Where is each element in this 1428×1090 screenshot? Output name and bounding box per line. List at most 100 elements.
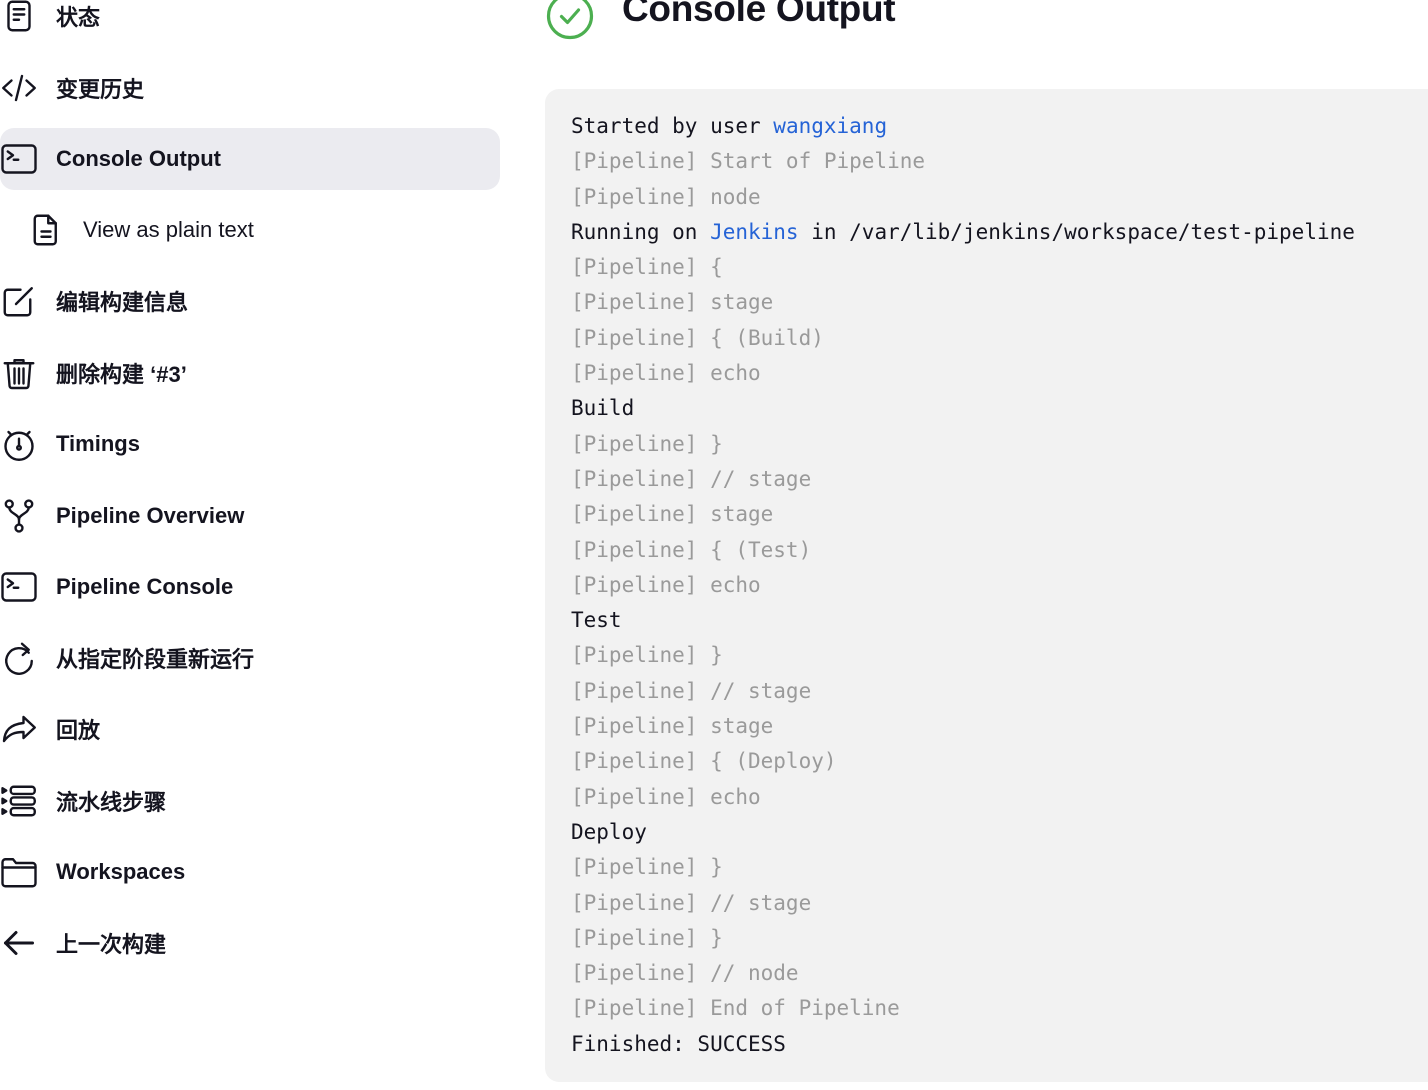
edit-icon (0, 282, 38, 320)
console-line: Started by user wangxiang (571, 109, 1428, 144)
console-line: [Pipeline] stage (571, 497, 1428, 532)
console-line: [Pipeline] echo (571, 780, 1428, 815)
sidebar-item-previous-build[interactable]: 上一次构建 (0, 912, 500, 974)
console-line: [Pipeline] echo (571, 356, 1428, 391)
terminal-icon (0, 568, 38, 606)
console-line: [Pipeline] // node (571, 956, 1428, 991)
console-line: Build (571, 391, 1428, 426)
sidebar-item-label: 流水线步骤 (56, 790, 167, 815)
console-pipeline-text: [Pipeline] Start of Pipeline (571, 149, 926, 174)
console-line: Deploy (571, 815, 1428, 850)
sidebar-item-label: Pipeline Overview (56, 503, 245, 528)
console-pipeline-text: [Pipeline] } (571, 643, 723, 668)
console-link[interactable]: wangxiang (773, 114, 887, 138)
console-line: [Pipeline] } (571, 427, 1428, 462)
console-pipeline-text: [Pipeline] echo (571, 361, 761, 386)
sidebar-item-label: Timings (56, 431, 140, 456)
sidebar-item-workspaces[interactable]: Workspaces (0, 841, 500, 903)
sidebar-item-pipeline-steps[interactable]: 流水线步骤 (0, 770, 500, 832)
page-title: Console Output (622, 0, 896, 29)
sidebar-item-label: 从指定阶段重新运行 (56, 647, 255, 672)
console-line: Finished: SUCCESS (571, 1027, 1428, 1062)
sidebar-item-label: 变更历史 (56, 77, 145, 102)
arrow-left-icon (0, 924, 38, 962)
console-text: Deploy (571, 819, 647, 844)
console-line: Test (571, 603, 1428, 638)
console-line: [Pipeline] } (571, 638, 1428, 673)
console-pipeline-text: [Pipeline] // stage (571, 890, 812, 915)
sidebar-item-edit-build-info[interactable]: 编辑构建信息 (0, 270, 500, 332)
console-log: Started by user wangxiang [Pipeline] Star… (571, 109, 1428, 1062)
success-status-icon (546, 0, 594, 40)
console-pipeline-text: [Pipeline] } (571, 925, 723, 950)
sidebar-item-changes[interactable]: 变更历史 (0, 57, 500, 119)
console-pipeline-text: [Pipeline] echo (571, 784, 761, 809)
restart-icon (0, 639, 38, 677)
sidebar-item-pipeline-overview[interactable]: Pipeline Overview (0, 485, 500, 547)
console-pipeline-text: [Pipeline] echo (571, 572, 761, 597)
console-pipeline-text: [Pipeline] { (Build) (571, 325, 824, 350)
console-line: [Pipeline] { (Test) (571, 533, 1428, 568)
console-pipeline-text: [Pipeline] // node (571, 961, 799, 986)
console-link[interactable]: Jenkins (710, 220, 799, 244)
jenkins-build-page: 状态 变更历史 Console Output View as plain tex… (0, 0, 1428, 1090)
console-text: Started by user (571, 114, 774, 138)
sidebar-item-label: 删除构建 ‘#3’ (56, 362, 187, 387)
replay-arrow-icon (0, 710, 38, 748)
console-line: [Pipeline] Start of Pipeline (571, 144, 1428, 179)
file-text-icon (27, 211, 65, 249)
console-line: [Pipeline] { (571, 250, 1428, 285)
console-pipeline-text: [Pipeline] } (571, 855, 723, 880)
sidebar-item-view-plain-text[interactable]: View as plain text (0, 199, 500, 261)
git-branch-icon (0, 497, 38, 535)
console-line: [Pipeline] } (571, 850, 1428, 885)
console-pipeline-text: [Pipeline] // stage (571, 678, 812, 703)
sidebar-item-label: 回放 (56, 718, 101, 743)
page-header: Console Output (546, 0, 896, 46)
sidebar-item-label: Workspaces (56, 859, 186, 884)
stopwatch-icon (0, 425, 38, 463)
console-line: [Pipeline] // stage (571, 674, 1428, 709)
console-text: Build (571, 396, 635, 421)
sidebar-item-delete-build[interactable]: 删除构建 ‘#3’ (0, 342, 500, 404)
console-pipeline-text: [Pipeline] } (571, 431, 723, 456)
sidebar-item-label: 编辑构建信息 (56, 290, 189, 315)
sidebar-item-pipeline-console[interactable]: Pipeline Console (0, 556, 500, 618)
console-line: [Pipeline] stage (571, 709, 1428, 744)
console-line: [Pipeline] End of Pipeline (571, 991, 1428, 1026)
console-line: [Pipeline] } (571, 921, 1428, 956)
console-pipeline-text: [Pipeline] node (571, 184, 761, 209)
sidebar-item-label: View as plain text (83, 217, 254, 242)
console-line: [Pipeline] { (Deploy) (571, 744, 1428, 779)
sidebar-item-restart-from-stage[interactable]: 从指定阶段重新运行 (0, 627, 500, 689)
sidebar-item-replay[interactable]: 回放 (0, 698, 500, 760)
sidebar-item-status[interactable]: 状态 (0, 0, 500, 47)
console-line: [Pipeline] stage (571, 285, 1428, 320)
console-pipeline-text: [Pipeline] stage (571, 714, 774, 739)
sidebar-item-label: Pipeline Console (56, 574, 234, 599)
console-pipeline-text: [Pipeline] { (Deploy) (571, 749, 837, 774)
console-pipeline-text: [Pipeline] // stage (571, 466, 812, 491)
console-text: in /var/lib/jenkins/workspace/test-pipel… (798, 219, 1355, 244)
console-pipeline-text: [Pipeline] { (571, 255, 723, 280)
code-icon (0, 69, 38, 107)
sidebar-item-label: 上一次构建 (56, 932, 167, 957)
sidebar-item-label: 状态 (56, 5, 101, 30)
console-line: [Pipeline] // stage (571, 886, 1428, 921)
terminal-icon (0, 140, 38, 178)
console-text: Test (571, 608, 622, 633)
sidebar-item-console-output[interactable]: Console Output (0, 128, 500, 190)
steps-list-icon (0, 782, 38, 820)
console-line: [Pipeline] // stage (571, 462, 1428, 497)
console-line: Running on Jenkins in /var/lib/jenkins/w… (571, 215, 1428, 250)
document-icon (0, 0, 38, 35)
sidebar-item-timings[interactable]: Timings (0, 413, 500, 475)
console-pipeline-text: [Pipeline] stage (571, 502, 774, 527)
console-pipeline-text: [Pipeline] stage (571, 290, 774, 315)
folder-icon (0, 853, 38, 891)
console-pipeline-text: [Pipeline] { (Test) (571, 537, 812, 562)
console-pipeline-text: [Pipeline] End of Pipeline (571, 996, 900, 1021)
console-line: [Pipeline] node (571, 180, 1428, 215)
console-output-panel: Started by user wangxiang [Pipeline] Star… (545, 89, 1428, 1082)
console-text: Finished: SUCCESS (571, 1031, 786, 1056)
